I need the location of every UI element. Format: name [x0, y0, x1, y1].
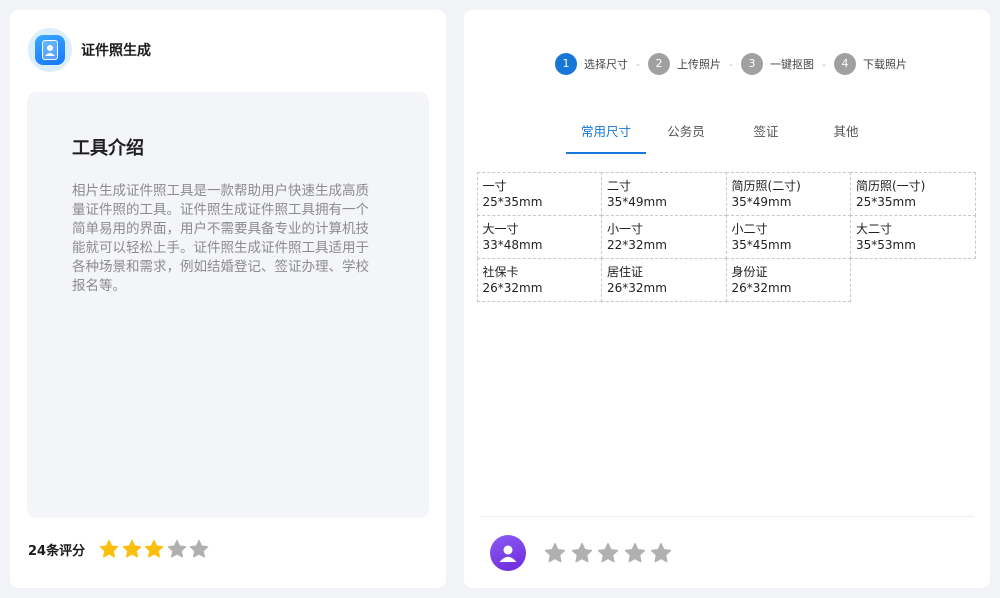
step-2: 2 上传照片 — [647, 53, 721, 75]
size-dimensions: 26*32mm — [731, 280, 792, 295]
step-4: 4 下载照片 — [833, 53, 907, 75]
tab-2[interactable]: 签证 — [726, 122, 806, 154]
app-title: 证件照生成 — [81, 43, 151, 59]
star-icon[interactable] — [544, 542, 566, 564]
step-3: 3 一键抠图 — [740, 53, 814, 75]
size-option[interactable]: 一寸 25*35mm — [476, 171, 602, 216]
app-header: 证件照生成 — [28, 28, 151, 72]
intro-heading: 工具介绍 — [72, 138, 144, 159]
id-card-icon — [35, 35, 65, 65]
step-number: 1 — [555, 53, 577, 75]
size-option[interactable]: 居住证 26*32mm — [601, 257, 727, 302]
size-name: 小二寸 — [731, 221, 768, 236]
size-name: 居住证 — [607, 264, 644, 279]
size-name: 社保卡 — [482, 264, 519, 279]
intro-card: 工具介绍 相片生成证件照工具是一款帮助用户快速生成高质量证件照的工具。证件照生成… — [27, 92, 429, 518]
tool-info-panel: 证件照生成 工具介绍 相片生成证件照工具是一款帮助用户快速生成高质量证件照的工具… — [10, 10, 446, 588]
rating-summary: 24条评分 — [28, 539, 212, 559]
tab-0[interactable]: 常用尺寸 — [566, 122, 646, 154]
user-rating-row — [490, 535, 677, 571]
step-indicator: 1 选择尺寸 -2 上传照片 -3 一键抠图 -4 下载照片 — [555, 53, 907, 75]
step-separator: - — [821, 57, 826, 71]
size-name: 身份证 — [731, 264, 768, 279]
step-number: 3 — [740, 53, 763, 75]
step-1: 1 选择尺寸 — [555, 53, 628, 75]
size-option[interactable]: 身份证 26*32mm — [725, 257, 851, 302]
user-avatar — [490, 535, 526, 571]
size-option[interactable]: 简历照(一寸) 25*35mm — [850, 171, 976, 216]
size-grid: 一寸 25*35mm 二寸 35*49mm 简历照(二寸) 35*49mm 简历照(一寸) 2… — [476, 171, 976, 302]
divider — [480, 516, 974, 517]
size-name: 大二寸 — [856, 221, 893, 236]
size-name: 简历照(二寸) — [731, 178, 801, 193]
step-label: 上传照片 — [676, 58, 721, 71]
size-option[interactable]: 社保卡 26*32mm — [476, 257, 602, 302]
step-number: 4 — [833, 53, 856, 75]
user-rating-stars — [544, 542, 677, 564]
intro-description: 相片生成证件照工具是一款帮助用户快速生成高质量证件照的工具。证件照生成证件照工具… — [72, 183, 369, 294]
size-dimensions: 35*49mm — [607, 194, 667, 209]
star-icon — [144, 539, 164, 558]
size-name: 大一寸 — [482, 221, 519, 236]
star-icon — [189, 539, 209, 558]
size-option[interactable]: 小二寸 35*45mm — [725, 214, 851, 259]
size-dimensions: 25*35mm — [482, 194, 543, 209]
app-logo — [28, 28, 72, 72]
size-dimensions: 35*49mm — [731, 194, 792, 209]
tab-1[interactable]: 公务员 — [646, 122, 726, 154]
star-icon[interactable] — [571, 542, 593, 564]
size-name: 二寸 — [607, 178, 632, 193]
tab-3[interactable]: 其他 — [806, 122, 886, 154]
size-dimensions: 35*45mm — [731, 237, 792, 252]
step-label: 选择尺寸 — [584, 58, 628, 71]
size-dimensions: 25*35mm — [856, 194, 916, 209]
star-icon — [99, 539, 119, 558]
step-label: 一键抠图 — [769, 58, 814, 71]
size-option[interactable]: 小一寸 22*32mm — [601, 214, 727, 259]
size-name: 小一寸 — [607, 221, 644, 236]
size-option[interactable]: 简历照(二寸) 35*49mm — [725, 171, 851, 216]
star-icon — [122, 539, 141, 558]
size-name: 一寸 — [482, 178, 507, 193]
star-icon[interactable] — [650, 542, 672, 564]
size-option[interactable]: 二寸 35*49mm — [601, 171, 727, 216]
size-dimensions: 26*32mm — [482, 280, 543, 295]
star-icon[interactable] — [597, 542, 619, 564]
generator-panel: 1 选择尺寸 -2 上传照片 -3 一键抠图 -4 下载照片 常用尺寸 公务员 签证 其他 一寸 25… — [464, 10, 990, 588]
step-number: 2 — [647, 53, 670, 75]
rating-stars — [99, 539, 212, 559]
rating-count: 24条评分 — [28, 543, 86, 559]
size-category-tabs: 常用尺寸 公务员 签证 其他 — [566, 122, 886, 154]
size-option[interactable]: 大一寸 33*48mm — [476, 214, 602, 259]
step-separator: - — [728, 57, 733, 71]
size-dimensions: 22*32mm — [607, 237, 667, 252]
size-option[interactable]: 大二寸 35*53mm — [850, 214, 976, 259]
star-icon — [167, 539, 186, 558]
size-dimensions: 35*53mm — [856, 237, 916, 252]
size-name: 简历照(一寸) — [856, 178, 926, 193]
step-label: 下载照片 — [862, 58, 907, 71]
user-icon — [499, 545, 517, 562]
step-separator: - — [636, 57, 640, 71]
star-icon[interactable] — [624, 542, 646, 564]
size-dimensions: 33*48mm — [482, 237, 543, 252]
size-dimensions: 26*32mm — [607, 280, 667, 295]
